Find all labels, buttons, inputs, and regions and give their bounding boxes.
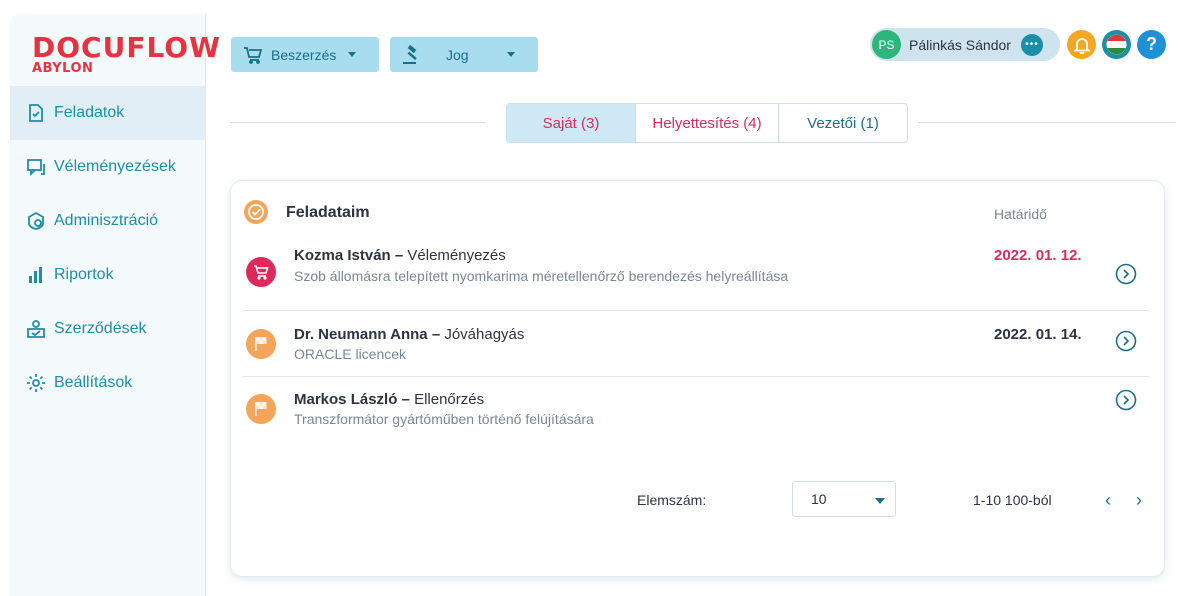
- task-check-icon: [29, 104, 43, 122]
- cart-icon: [246, 257, 276, 287]
- page-size-select[interactable]: 10: [792, 481, 896, 517]
- menu-label: Jog: [446, 46, 469, 63]
- task-heading: Kozma István – Véleményezés: [294, 247, 506, 264]
- user-menu[interactable]: PS Pálinkás Sándor •••: [870, 28, 1060, 61]
- next-page-button[interactable]: ›: [1136, 491, 1142, 509]
- task-row[interactable]: Dr. Neumann Anna – Jóváhagyás ORACLE lic…: [243, 326, 1149, 376]
- task-action: Jóváhagyás: [444, 326, 525, 343]
- sidebar-nav: Feladatok Véleményezések Adminisztráció …: [10, 86, 206, 410]
- task-assignee: Markos László: [294, 391, 398, 408]
- bell-icon[interactable]: [1067, 30, 1096, 59]
- deadline-header: Határidő: [994, 206, 1047, 222]
- task-heading: Dr. Neumann Anna – Jóváhagyás: [294, 326, 524, 343]
- page-size-label: Elemszám:: [637, 492, 707, 508]
- sidebar-item-adminisztracio[interactable]: Adminisztráció: [10, 194, 206, 248]
- task-row[interactable]: Markos László – Ellenőrzés Transzformáto…: [243, 389, 1149, 441]
- page-range: 1-10 100-ból: [973, 492, 1052, 508]
- gavel-icon: [403, 44, 417, 64]
- sidebar-item-label: Adminisztráció: [54, 212, 159, 229]
- sidebar-item-feladatok[interactable]: Feladatok: [10, 86, 206, 140]
- gear-icon: [27, 374, 45, 392]
- chevron-down-icon: [875, 498, 885, 504]
- sidebar-item-label: Riportok: [54, 266, 114, 283]
- task-separator: –: [401, 391, 415, 408]
- chevron-down-icon: [348, 52, 357, 57]
- task-description: Transzformátor gyártóműben történő felúj…: [294, 411, 594, 427]
- sidebar-item-velemenyezesek[interactable]: Véleményezések: [10, 140, 206, 194]
- tab-vezetoi[interactable]: Vezetői (1): [779, 104, 907, 142]
- logo[interactable]: DOCUFLOW ABYLON: [32, 34, 221, 76]
- task-action: Véleményezés: [407, 247, 506, 264]
- menu-jog[interactable]: Jog: [390, 37, 538, 72]
- task-separator: –: [394, 247, 408, 264]
- contract-icon: [27, 320, 45, 338]
- sidebar-item-szerzodesek[interactable]: Szerződések: [10, 302, 206, 356]
- menu-beszerzes[interactable]: Beszerzés: [231, 37, 379, 72]
- chevron-down-icon: [506, 52, 515, 57]
- flag-icon: [246, 329, 276, 359]
- sidebar-item-label: Beállítások: [54, 374, 133, 391]
- logo-main-text: DOCUFLOW: [32, 31, 221, 64]
- row-divider: [243, 376, 1149, 377]
- logo-sub-text: ABYLON: [32, 61, 94, 76]
- cart-icon: [244, 46, 263, 64]
- tab-helyettesites[interactable]: Helyettesítés (4): [636, 104, 779, 142]
- sidebar-item-beallitasok[interactable]: Beállítások: [10, 356, 206, 410]
- menu-label: Beszerzés: [271, 46, 337, 63]
- task-action: Ellenőrzés: [414, 391, 485, 408]
- sidebar: DOCUFLOW ABYLON Feladatok Véleményezések…: [10, 14, 220, 596]
- prev-page-button[interactable]: ‹: [1105, 491, 1111, 509]
- flag-icon: [246, 394, 276, 424]
- tab-sajat[interactable]: Saját (3): [507, 104, 636, 142]
- tab-divider-right: [918, 122, 1176, 123]
- task-row[interactable]: Kozma István – Véleményezés Szob állomás…: [243, 247, 1149, 307]
- check-circle-icon: [244, 200, 268, 224]
- task-deadline: 2022. 01. 12.: [994, 247, 1082, 264]
- task-tabs: Saját (3) Helyettesítés (4) Vezetői (1): [506, 103, 908, 143]
- sidebar-item-label: Feladatok: [54, 104, 125, 121]
- task-assignee: Kozma István: [294, 247, 391, 264]
- card-title: Feladataim: [286, 204, 370, 221]
- more-icon[interactable]: •••: [1020, 33, 1043, 56]
- sidebar-item-riportok[interactable]: Riportok: [10, 248, 206, 302]
- chevron-right-icon[interactable]: [1115, 263, 1137, 285]
- user-name: Pálinkás Sándor: [909, 36, 1011, 53]
- task-deadline: 2022. 01. 14.: [994, 326, 1082, 343]
- avatar: PS: [872, 30, 901, 59]
- tasks-card: Feladataim Határidő Kozma István – Vélem…: [230, 180, 1165, 577]
- chevron-right-icon[interactable]: [1115, 389, 1137, 411]
- task-assignee: Dr. Neumann Anna: [294, 326, 428, 343]
- tab-divider-left: [230, 122, 485, 123]
- task-separator: –: [431, 326, 445, 343]
- chevron-right-icon[interactable]: [1115, 330, 1137, 352]
- language-flag-icon[interactable]: [1102, 30, 1131, 59]
- task-description: Szob állomásra telepített nyomkarima mér…: [294, 268, 789, 284]
- admin-icon: [28, 211, 44, 230]
- bar-chart-icon: [29, 267, 42, 283]
- sidebar-item-label: Szerződések: [54, 320, 147, 337]
- task-heading: Markos László – Ellenőrzés: [294, 391, 484, 408]
- sidebar-item-label: Véleményezések: [54, 158, 176, 175]
- help-icon[interactable]: ?: [1137, 30, 1166, 59]
- comments-icon: [27, 159, 45, 177]
- page-size-value: 10: [811, 491, 827, 507]
- task-description: ORACLE licencek: [294, 346, 407, 362]
- row-divider: [243, 310, 1149, 311]
